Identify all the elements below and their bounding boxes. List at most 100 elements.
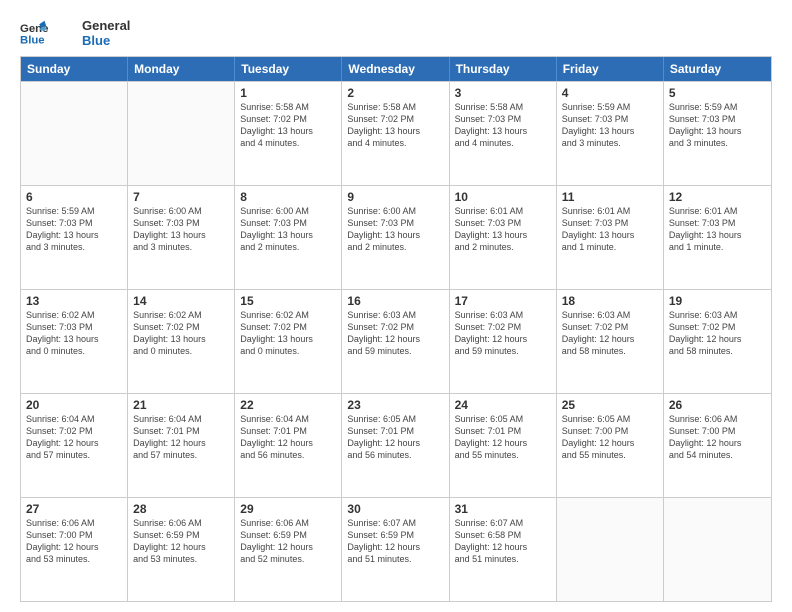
day-number: 3 [455,86,551,100]
day-number: 20 [26,398,122,412]
day-number: 9 [347,190,443,204]
day-info: Sunrise: 6:04 AM Sunset: 7:01 PM Dayligh… [133,413,229,462]
day-info: Sunrise: 5:59 AM Sunset: 7:03 PM Dayligh… [562,101,658,150]
weekday-header-wednesday: Wednesday [342,57,449,81]
day-info: Sunrise: 6:05 AM Sunset: 7:00 PM Dayligh… [562,413,658,462]
day-number: 21 [133,398,229,412]
day-number: 19 [669,294,766,308]
day-number: 15 [240,294,336,308]
day-number: 31 [455,502,551,516]
calendar-row-5: 27Sunrise: 6:06 AM Sunset: 7:00 PM Dayli… [21,497,771,601]
calendar-cell [128,82,235,185]
day-number: 23 [347,398,443,412]
calendar: SundayMondayTuesdayWednesdayThursdayFrid… [20,56,772,602]
day-info: Sunrise: 6:03 AM Sunset: 7:02 PM Dayligh… [562,309,658,358]
day-info: Sunrise: 6:06 AM Sunset: 6:59 PM Dayligh… [240,517,336,566]
calendar-cell: 8Sunrise: 6:00 AM Sunset: 7:03 PM Daylig… [235,186,342,289]
calendar-cell: 29Sunrise: 6:06 AM Sunset: 6:59 PM Dayli… [235,498,342,601]
day-number: 10 [455,190,551,204]
calendar-cell [664,498,771,601]
calendar-row-3: 13Sunrise: 6:02 AM Sunset: 7:03 PM Dayli… [21,289,771,393]
day-number: 29 [240,502,336,516]
day-number: 24 [455,398,551,412]
weekday-header-sunday: Sunday [21,57,128,81]
day-info: Sunrise: 5:59 AM Sunset: 7:03 PM Dayligh… [26,205,122,254]
calendar-cell [21,82,128,185]
calendar-cell: 9Sunrise: 6:00 AM Sunset: 7:03 PM Daylig… [342,186,449,289]
day-number: 18 [562,294,658,308]
day-number: 6 [26,190,122,204]
calendar-cell: 22Sunrise: 6:04 AM Sunset: 7:01 PM Dayli… [235,394,342,497]
day-number: 26 [669,398,766,412]
day-info: Sunrise: 5:58 AM Sunset: 7:02 PM Dayligh… [347,101,443,150]
day-info: Sunrise: 6:04 AM Sunset: 7:02 PM Dayligh… [26,413,122,462]
day-info: Sunrise: 6:00 AM Sunset: 7:03 PM Dayligh… [133,205,229,254]
weekday-header-saturday: Saturday [664,57,771,81]
calendar-cell: 27Sunrise: 6:06 AM Sunset: 7:00 PM Dayli… [21,498,128,601]
day-info: Sunrise: 6:05 AM Sunset: 7:01 PM Dayligh… [347,413,443,462]
weekday-header-monday: Monday [128,57,235,81]
day-info: Sunrise: 6:01 AM Sunset: 7:03 PM Dayligh… [669,205,766,254]
day-number: 5 [669,86,766,100]
weekday-header-tuesday: Tuesday [235,57,342,81]
calendar-cell: 28Sunrise: 6:06 AM Sunset: 6:59 PM Dayli… [128,498,235,601]
calendar-cell: 13Sunrise: 6:02 AM Sunset: 7:03 PM Dayli… [21,290,128,393]
calendar-row-4: 20Sunrise: 6:04 AM Sunset: 7:02 PM Dayli… [21,393,771,497]
day-number: 16 [347,294,443,308]
calendar-cell: 24Sunrise: 6:05 AM Sunset: 7:01 PM Dayli… [450,394,557,497]
calendar-cell: 11Sunrise: 6:01 AM Sunset: 7:03 PM Dayli… [557,186,664,289]
calendar-row-1: 1Sunrise: 5:58 AM Sunset: 7:02 PM Daylig… [21,81,771,185]
day-info: Sunrise: 6:02 AM Sunset: 7:02 PM Dayligh… [240,309,336,358]
calendar-cell: 15Sunrise: 6:02 AM Sunset: 7:02 PM Dayli… [235,290,342,393]
logo-blue: Blue [82,33,130,48]
day-number: 8 [240,190,336,204]
day-number: 4 [562,86,658,100]
calendar-cell: 26Sunrise: 6:06 AM Sunset: 7:00 PM Dayli… [664,394,771,497]
day-number: 2 [347,86,443,100]
header: General Blue General Blue [20,18,772,48]
weekday-header-friday: Friday [557,57,664,81]
calendar-cell: 20Sunrise: 6:04 AM Sunset: 7:02 PM Dayli… [21,394,128,497]
calendar-cell: 18Sunrise: 6:03 AM Sunset: 7:02 PM Dayli… [557,290,664,393]
day-info: Sunrise: 5:59 AM Sunset: 7:03 PM Dayligh… [669,101,766,150]
calendar-cell: 17Sunrise: 6:03 AM Sunset: 7:02 PM Dayli… [450,290,557,393]
logo: General Blue General Blue [20,18,130,48]
day-info: Sunrise: 6:05 AM Sunset: 7:01 PM Dayligh… [455,413,551,462]
calendar-cell: 7Sunrise: 6:00 AM Sunset: 7:03 PM Daylig… [128,186,235,289]
day-info: Sunrise: 5:58 AM Sunset: 7:03 PM Dayligh… [455,101,551,150]
day-info: Sunrise: 5:58 AM Sunset: 7:02 PM Dayligh… [240,101,336,150]
day-number: 17 [455,294,551,308]
day-info: Sunrise: 6:06 AM Sunset: 6:59 PM Dayligh… [133,517,229,566]
day-info: Sunrise: 6:00 AM Sunset: 7:03 PM Dayligh… [347,205,443,254]
day-number: 30 [347,502,443,516]
page: General Blue General Blue SundayMondayTu… [0,0,792,612]
day-number: 13 [26,294,122,308]
calendar-header: SundayMondayTuesdayWednesdayThursdayFrid… [21,57,771,81]
day-number: 11 [562,190,658,204]
day-number: 25 [562,398,658,412]
calendar-cell: 30Sunrise: 6:07 AM Sunset: 6:59 PM Dayli… [342,498,449,601]
calendar-body: 1Sunrise: 5:58 AM Sunset: 7:02 PM Daylig… [21,81,771,601]
calendar-cell: 14Sunrise: 6:02 AM Sunset: 7:02 PM Dayli… [128,290,235,393]
calendar-cell: 3Sunrise: 5:58 AM Sunset: 7:03 PM Daylig… [450,82,557,185]
calendar-cell: 5Sunrise: 5:59 AM Sunset: 7:03 PM Daylig… [664,82,771,185]
day-info: Sunrise: 6:01 AM Sunset: 7:03 PM Dayligh… [562,205,658,254]
day-info: Sunrise: 6:06 AM Sunset: 7:00 PM Dayligh… [26,517,122,566]
day-info: Sunrise: 6:00 AM Sunset: 7:03 PM Dayligh… [240,205,336,254]
calendar-cell [557,498,664,601]
calendar-cell: 23Sunrise: 6:05 AM Sunset: 7:01 PM Dayli… [342,394,449,497]
calendar-cell: 16Sunrise: 6:03 AM Sunset: 7:02 PM Dayli… [342,290,449,393]
day-number: 14 [133,294,229,308]
day-number: 12 [669,190,766,204]
day-info: Sunrise: 6:04 AM Sunset: 7:01 PM Dayligh… [240,413,336,462]
day-info: Sunrise: 6:06 AM Sunset: 7:00 PM Dayligh… [669,413,766,462]
calendar-cell: 4Sunrise: 5:59 AM Sunset: 7:03 PM Daylig… [557,82,664,185]
day-number: 1 [240,86,336,100]
day-info: Sunrise: 6:07 AM Sunset: 6:59 PM Dayligh… [347,517,443,566]
calendar-cell: 2Sunrise: 5:58 AM Sunset: 7:02 PM Daylig… [342,82,449,185]
calendar-cell: 6Sunrise: 5:59 AM Sunset: 7:03 PM Daylig… [21,186,128,289]
day-number: 7 [133,190,229,204]
day-info: Sunrise: 6:01 AM Sunset: 7:03 PM Dayligh… [455,205,551,254]
day-info: Sunrise: 6:03 AM Sunset: 7:02 PM Dayligh… [669,309,766,358]
calendar-cell: 12Sunrise: 6:01 AM Sunset: 7:03 PM Dayli… [664,186,771,289]
